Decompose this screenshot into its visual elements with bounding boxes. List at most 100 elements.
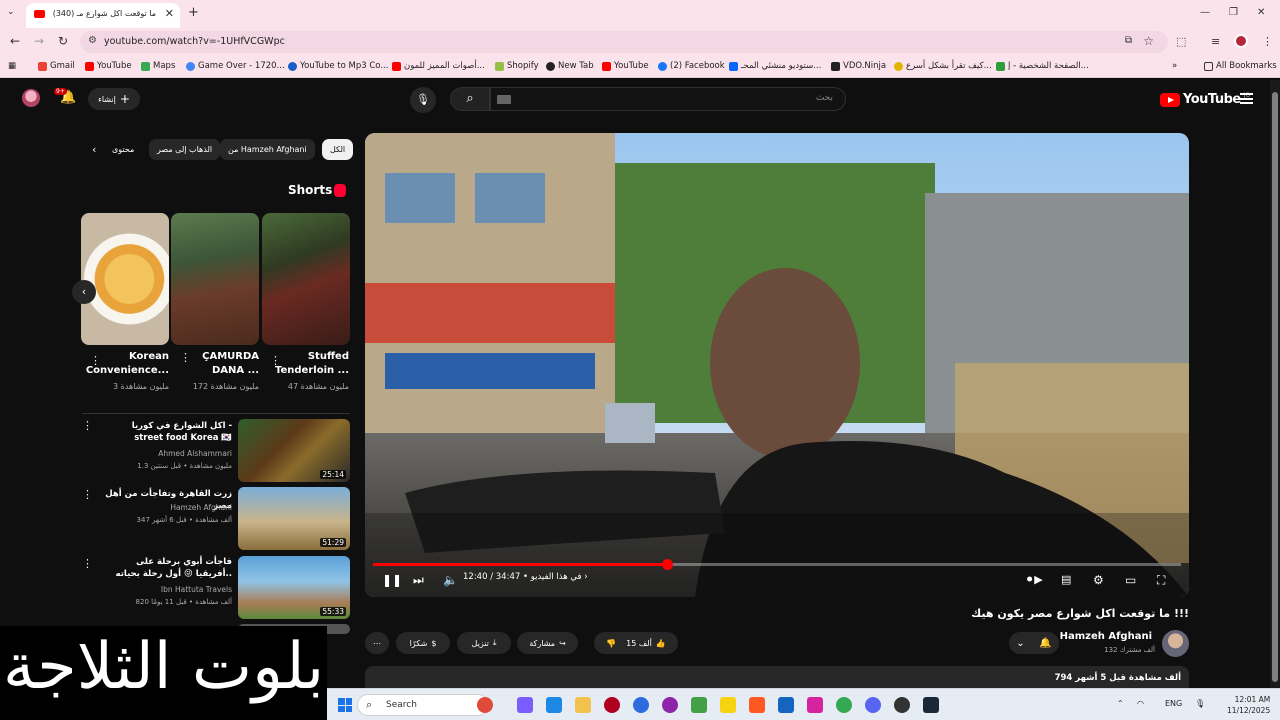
subscribed-button[interactable]: ⌄ 🔔 (1009, 632, 1059, 654)
like-icon[interactable]: 👍 (656, 639, 666, 648)
bookmark-item[interactable]: Game Over - 1720... (186, 61, 285, 71)
theater-mode-icon[interactable]: ▭ (1125, 573, 1136, 587)
forward-icon[interactable]: → (34, 34, 44, 48)
app-icon[interactable] (662, 697, 678, 713)
restore-icon[interactable]: ❐ (1229, 7, 1238, 18)
bookmark-item[interactable]: ستوديو منشئي المحـ... (729, 61, 821, 71)
create-button[interactable]: إنشاء + (88, 88, 140, 110)
tray-chevron-icon[interactable]: ⌃ (1117, 699, 1124, 708)
cast-icon[interactable]: ⧉ (1125, 35, 1132, 46)
short-thumbnail[interactable] (171, 213, 259, 345)
guide-menu-icon[interactable] (1240, 93, 1253, 104)
more-actions-button[interactable]: ⋯ (365, 632, 389, 654)
fullscreen-icon[interactable]: ⛶ (1157, 573, 1165, 588)
more-options-icon[interactable]: ⋮ (82, 557, 93, 570)
back-icon[interactable]: ← (10, 34, 20, 48)
channel-avatar[interactable] (1162, 630, 1189, 657)
active-tab[interactable]: (340) ما توقعت اكل شوارع مـ ✕ (26, 3, 180, 28)
short-thumbnail[interactable] (262, 213, 350, 345)
scrollbar-thumb[interactable] (1272, 92, 1278, 682)
search-input[interactable]: بحث (490, 87, 846, 111)
more-options-icon[interactable]: ⋮ (270, 354, 281, 367)
dislike-icon[interactable]: 👎 (606, 639, 616, 648)
bookmark-item[interactable]: YouTube (602, 61, 649, 71)
subtitles-icon[interactable]: ▤ (1061, 573, 1071, 586)
chrome-icon[interactable] (836, 697, 852, 713)
video-thumbnail[interactable]: 51:29 (238, 487, 350, 550)
task-view-icon[interactable] (546, 697, 562, 713)
bookmark-item[interactable]: YouTube to Mp3 Co... (288, 61, 388, 71)
app-icon[interactable] (720, 697, 736, 713)
all-bookmarks-folder[interactable]: All Bookmarks (1204, 61, 1277, 71)
app-icon[interactable] (691, 697, 707, 713)
keyboard-icon[interactable] (497, 95, 511, 104)
menu-kebab-icon[interactable]: ⋮ (1262, 35, 1273, 48)
vpn-icon[interactable] (778, 697, 794, 713)
language-indicator[interactable]: ENG (1165, 699, 1182, 708)
shorts-prev-button[interactable]: ‹ (72, 280, 96, 304)
taskbar-search[interactable]: ⌕ Search (357, 694, 489, 716)
bookmark-item[interactable]: الصفحة الشخصية - إ... (996, 61, 1089, 71)
clock[interactable]: 12:01 AM 11/12/2025 (1227, 694, 1270, 716)
address-bar[interactable]: ⚙ youtube.com/watch?v=-1UHfVCGWpc ⧉ ☆ (80, 31, 1168, 53)
windows-start-icon[interactable] (338, 698, 352, 712)
more-options-icon[interactable]: ⋮ (82, 488, 93, 501)
app-icon[interactable] (633, 697, 649, 713)
more-options-icon[interactable]: ⋮ (82, 419, 93, 432)
pause-icon[interactable]: ❚❚ (382, 573, 402, 587)
brave-icon[interactable] (749, 697, 765, 713)
instagram-icon[interactable] (807, 697, 823, 713)
video-title[interactable]: فاجأت أبوي برحلة على أفريقيا 😝 أول رحلة … (104, 556, 232, 580)
chip-related[interactable]: الذهاب إلى مصر (149, 139, 221, 160)
minimize-icon[interactable]: — (1200, 7, 1210, 18)
new-tab-icon[interactable]: + (188, 5, 199, 20)
chevron-left-icon[interactable]: ‹ (92, 143, 96, 156)
discord-icon[interactable] (865, 697, 881, 713)
app-icon[interactable] (894, 697, 910, 713)
bookmark-star-icon[interactable]: ☆ (1143, 34, 1154, 48)
next-icon[interactable]: ⏭ (413, 573, 424, 588)
account-avatar[interactable] (22, 89, 40, 107)
window-close-icon[interactable]: ✕ (1257, 7, 1265, 18)
chapter-link[interactable]: في هذا الفيديو (531, 572, 582, 582)
more-options-icon[interactable]: ⋮ (90, 354, 101, 367)
bookmark-item[interactable]: Maps (141, 61, 175, 71)
page-scrollbar[interactable] (1270, 80, 1280, 690)
video-thumbnail[interactable]: 55:33 (238, 556, 350, 619)
more-options-icon[interactable]: ⋮ (180, 351, 191, 364)
profile-avatar[interactable] (1234, 34, 1248, 48)
wifi-icon[interactable]: ◠ (1137, 699, 1144, 708)
bookmark-item[interactable]: YouTube (85, 61, 132, 71)
channel-name[interactable]: Hamzeh Afghani (104, 503, 232, 512)
search-button[interactable]: ⌕ (450, 87, 490, 111)
chip-from-channel[interactable]: من Hamzeh Afghani (220, 139, 315, 160)
chip-all[interactable]: الكل (322, 139, 354, 160)
mic-tray-icon[interactable]: 🎙 (1195, 699, 1205, 708)
like-count[interactable]: 15 ألف (626, 639, 652, 648)
autoplay-toggle[interactable]: ⚫▶ (1025, 573, 1043, 586)
video-thumbnail[interactable]: 25:14 (238, 419, 350, 482)
reading-list-icon[interactable]: ≡ (1211, 35, 1220, 48)
settings-gear-icon[interactable]: ⚙ (1093, 573, 1104, 587)
more-bookmarks-icon[interactable]: » (1172, 61, 1177, 71)
thanks-button[interactable]: شكرًا $ (396, 632, 450, 654)
video-title[interactable]: اكل الشوارع في كوريا - street food Korea… (104, 420, 232, 444)
youtube-logo[interactable]: YouTube JO (1160, 92, 1250, 107)
weather-icon[interactable] (477, 697, 493, 713)
bookmark-item[interactable]: Shopify (495, 61, 539, 71)
bookmark-item[interactable]: (2) Facebook (658, 61, 725, 71)
tab-search-icon[interactable]: ⌄ (7, 7, 15, 17)
steam-icon[interactable] (923, 697, 939, 713)
volume-icon[interactable]: 🔈 (443, 573, 458, 587)
app-icon[interactable] (604, 697, 620, 713)
channel-name[interactable]: Ibn Hattuta Travels (104, 585, 232, 594)
bookmark-item[interactable]: Gmail (38, 61, 75, 71)
site-info-icon[interactable]: ⚙ (88, 35, 97, 46)
short-thumbnail[interactable] (81, 213, 169, 345)
channel-name[interactable]: Ahmed Alshammari (104, 449, 232, 458)
voice-search-button[interactable]: 🎙 (410, 87, 436, 113)
close-tab-icon[interactable]: ✕ (165, 7, 174, 20)
chip-more[interactable]: محتوى (108, 139, 144, 160)
extensions-icon[interactable]: ⬚ (1176, 35, 1186, 48)
progress-bar[interactable] (373, 559, 1181, 570)
